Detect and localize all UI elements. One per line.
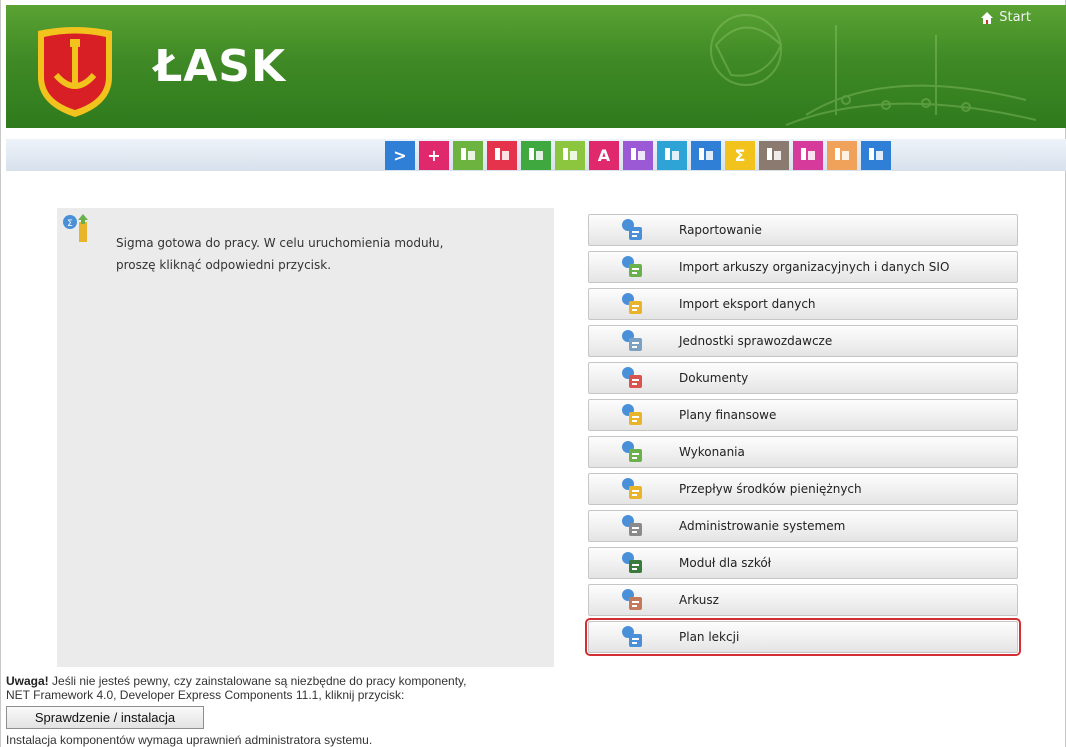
module-label: Wykonania xyxy=(679,445,745,459)
text-cursor-icon: A xyxy=(597,146,611,165)
coat-of-arms-icon xyxy=(38,27,112,117)
list-transfer-icon xyxy=(458,145,478,167)
toolbar-tile-face[interactable] xyxy=(623,141,653,170)
module-button-documents-chart[interactable]: Dokumenty xyxy=(588,362,1018,394)
toolbar-tile-building[interactable] xyxy=(759,141,789,170)
units-icon xyxy=(620,329,644,353)
module-label: Arkusz xyxy=(679,593,719,607)
module-label: Plany finansowe xyxy=(679,408,777,422)
building-icon xyxy=(764,145,784,167)
import-export-icon xyxy=(620,292,644,316)
chevron-right-icon: > xyxy=(393,146,407,165)
school-board-icon xyxy=(620,551,644,575)
notice-line-1: Jeśli nie jesteś pewny, czy zainstalowan… xyxy=(48,674,467,688)
module-label: Jednostki sprawozdawcze xyxy=(679,334,833,348)
toolbar-tile-open-book[interactable] xyxy=(827,141,857,170)
admin-gear-icon xyxy=(620,514,644,538)
chart-growth-icon xyxy=(492,145,512,167)
module-label: Moduł dla szkół xyxy=(679,556,772,570)
people-group-icon xyxy=(526,145,546,167)
module-button-school-board[interactable]: Moduł dla szkół xyxy=(588,547,1018,579)
info-line-1: Sigma gotowa do pracy. W celu uruchomien… xyxy=(116,236,444,250)
start-link[interactable]: Start xyxy=(980,10,1031,25)
report-icon xyxy=(620,218,644,242)
toolbar-tile-chart-growth[interactable] xyxy=(487,141,517,170)
module-label: Przepływ środków pieniężnych xyxy=(679,482,862,496)
module-label: Import arkuszy organizacyjnych i danych … xyxy=(679,260,950,274)
sigma-status-icon: Σ xyxy=(63,214,88,242)
module-label: Dokumenty xyxy=(679,371,749,385)
toolbar-tile-graduation-cap[interactable] xyxy=(861,141,891,170)
lesson-plan-icon xyxy=(620,625,644,649)
plus-icon: + xyxy=(427,146,441,165)
toolbar-tile-list-transfer[interactable] xyxy=(453,141,483,170)
module-button-import-sio[interactable]: Import arkuszy organizacyjnych i danych … xyxy=(588,251,1018,283)
sheet-building-icon xyxy=(620,588,644,612)
toolbar-tile-stack[interactable] xyxy=(657,141,687,170)
toolbar-tile-chevron-right[interactable]: > xyxy=(385,141,415,170)
svg-text:Σ: Σ xyxy=(67,219,73,229)
module-button-import-export[interactable]: Import eksport danych xyxy=(588,288,1018,320)
face-icon xyxy=(628,145,648,167)
sigma-icon: Σ xyxy=(734,146,746,165)
documents-chart-icon xyxy=(620,366,644,390)
execution-icon xyxy=(620,440,644,464)
financial-plans-icon xyxy=(620,403,644,427)
book-icon xyxy=(798,145,818,167)
toolbar-tile-book[interactable] xyxy=(793,141,823,170)
install-check-button[interactable]: Sprawdzenie / instalacja xyxy=(6,706,204,729)
notice-bold: Uwaga! xyxy=(6,674,49,688)
module-label: Plan lekcji xyxy=(679,630,740,644)
cash-flow-icon xyxy=(620,477,644,501)
module-label: Raportowanie xyxy=(679,223,762,237)
home-icon xyxy=(981,11,994,24)
info-message: Sigma gotowa do pracy. W celu uruchomien… xyxy=(116,232,496,276)
graduation-cap-icon xyxy=(866,145,886,167)
module-toolbar: > + A Σ xyxy=(6,139,1066,171)
toolbar-tile-text-cursor[interactable]: A xyxy=(589,141,619,170)
admin-note: Instalacja komponentów wymaga uprawnień … xyxy=(6,733,373,747)
books-icon xyxy=(560,145,580,167)
module-label: Administrowanie systemem xyxy=(679,519,846,533)
module-button-cash-flow[interactable]: Przepływ środków pieniężnych xyxy=(588,473,1018,505)
header-banner: ŁASK Start xyxy=(6,5,1066,128)
module-list: Raportowanie Import arkuszy organizacyjny… xyxy=(585,214,1021,658)
toolbar-tile-sigma[interactable]: Σ xyxy=(725,141,755,170)
toolbar-tile-books[interactable] xyxy=(555,141,585,170)
open-book-icon xyxy=(832,145,852,167)
toolbar-tile-plus[interactable]: + xyxy=(419,141,449,170)
module-button-admin-gear[interactable]: Administrowanie systemem xyxy=(588,510,1018,542)
stack-icon xyxy=(662,145,682,167)
toolbar-tile-people-group[interactable] xyxy=(521,141,551,170)
documents-icon xyxy=(696,145,716,167)
install-notice: Uwaga! Jeśli nie jesteś pewny, czy zains… xyxy=(6,674,466,702)
module-button-lesson-plan[interactable]: Plan lekcji xyxy=(585,618,1021,656)
import-sio-icon xyxy=(620,255,644,279)
toolbar-tile-documents[interactable] xyxy=(691,141,721,170)
start-label: Start xyxy=(999,10,1031,25)
module-button-sheet-building[interactable]: Arkusz xyxy=(588,584,1018,616)
app-title: ŁASK xyxy=(154,41,287,92)
notice-line-2: NET Framework 4.0, Developer Express Com… xyxy=(6,688,405,702)
info-panel: Σ Sigma gotowa do pracy. W celu uruchomi… xyxy=(57,208,554,667)
info-line-2: proszę kliknąć odpowiedni przycisk. xyxy=(116,258,332,272)
module-button-execution[interactable]: Wykonania xyxy=(588,436,1018,468)
page: ŁASK Start > + A Σ Σ Sigma gotowa do pracy.… xyxy=(0,0,1066,747)
module-button-financial-plans[interactable]: Plany finansowe xyxy=(588,399,1018,431)
module-button-report[interactable]: Raportowanie xyxy=(588,214,1018,246)
module-label: Import eksport danych xyxy=(679,297,816,311)
module-button-units[interactable]: Jednostki sprawozdawcze xyxy=(588,325,1018,357)
